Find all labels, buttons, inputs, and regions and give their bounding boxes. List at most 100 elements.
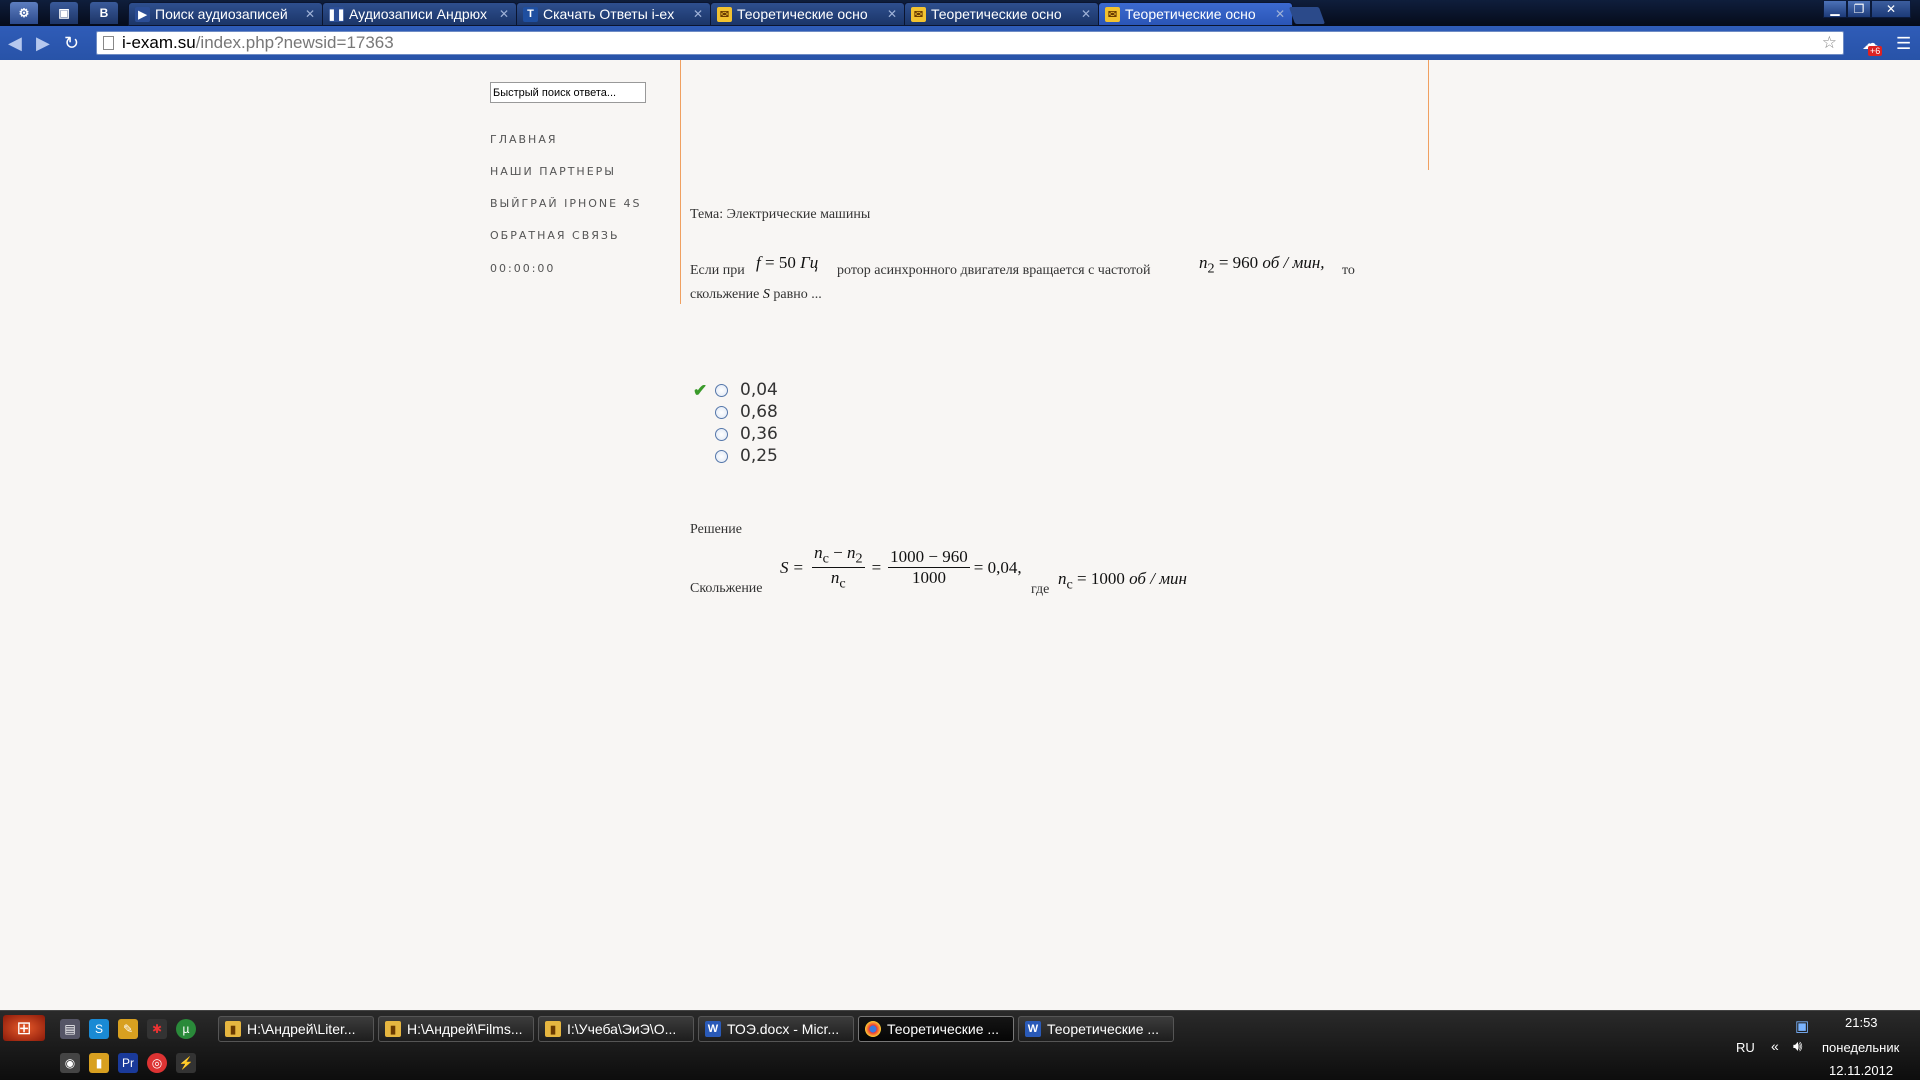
f-value: = 50 xyxy=(764,253,796,272)
page-icon xyxy=(103,36,114,50)
media-icon[interactable]: ◉ xyxy=(60,1053,80,1073)
clock-day[interactable]: понедельник xyxy=(1822,1040,1899,1055)
answer-option[interactable]: 0,36 xyxy=(715,424,778,444)
chrome-quick-icon[interactable]: ◎ xyxy=(147,1053,167,1073)
tab-label: Теоретические осно xyxy=(737,6,868,22)
answer-option[interactable]: 0,25 xyxy=(715,446,778,466)
num-n: n xyxy=(814,543,823,562)
tab-close-icon[interactable]: ✕ xyxy=(1078,7,1094,21)
pinned-tab-save-icon[interactable]: ▣ xyxy=(50,2,78,24)
app-menu-icon[interactable]: ⚙ xyxy=(10,2,38,24)
question-line-2: скольжение S равно ... xyxy=(690,287,822,303)
taskbar-item-folder-films[interactable]: ▮ H:\Андрей\Films... xyxy=(378,1016,534,1042)
forward-arrow-icon[interactable]: ▶ xyxy=(36,34,50,52)
taskbar-item-folder-study[interactable]: ▮ I:\Учеба\ЭиЭ\О... xyxy=(538,1016,694,1042)
radio-button[interactable] xyxy=(715,449,728,463)
pause-icon: ❚❚ xyxy=(327,6,346,22)
sidebar-divider xyxy=(680,60,681,304)
new-tab-button[interactable] xyxy=(1288,7,1326,24)
n2-unit: об / мин, xyxy=(1262,253,1325,272)
frac-numerator: 1000 − 960 xyxy=(888,547,970,569)
frac-denominator: 1000 xyxy=(911,568,946,588)
tab-close-icon[interactable]: ✕ xyxy=(690,7,706,21)
nav-win-iphone[interactable]: ВЫЙГРАЙ IPHONE 4S xyxy=(490,197,642,210)
answer-option[interactable]: 0,04 xyxy=(715,380,778,400)
acrobat-icon[interactable]: ✱ xyxy=(147,1019,167,1039)
tab-close-icon[interactable]: ✕ xyxy=(1272,7,1288,21)
windows-taskbar: ⊞ ▤ S ✎ ✱ µ ◉ ▮ Pr ◎ ⚡ ▮ H:\Андрей\Liter… xyxy=(0,1010,1920,1080)
nc-value: = 1000 xyxy=(1077,569,1125,588)
answer-label: 0,25 xyxy=(740,446,778,466)
content-divider xyxy=(1428,60,1429,170)
where-label: где xyxy=(1031,582,1050,597)
minimize-icon[interactable]: ▁ xyxy=(1823,0,1847,18)
network-icon[interactable]: ▣ xyxy=(1795,1017,1809,1035)
num2-sub: 2 xyxy=(855,550,863,567)
tab-label: Поиск аудиозаписей xyxy=(155,6,288,22)
tab-theory-2[interactable]: ✉ Теоретические осно ✕ xyxy=(904,2,1099,26)
tab-audio-search[interactable]: ▶ Поиск аудиозаписей ✕ xyxy=(128,2,323,26)
desktop-icon[interactable]: ▤ xyxy=(60,1019,80,1039)
slip-formula: S = nc − n2 nc = 1000 − 960 1000 = 0,04, xyxy=(780,543,1022,593)
browser-toolbar: ◀ ▶ ↻ i-exam.su/index.php?newsid=17363 ☆… xyxy=(0,26,1920,60)
skype-icon[interactable]: S xyxy=(89,1019,109,1039)
taskbar-item-folder-liter[interactable]: ▮ H:\Андрей\Liter... xyxy=(218,1016,374,1042)
answer-label: 0,36 xyxy=(740,424,778,444)
tab-close-icon[interactable]: ✕ xyxy=(496,7,512,21)
close-window-icon[interactable]: ✕ xyxy=(1871,0,1911,18)
clock-date[interactable]: 12.11.2012 xyxy=(1829,1063,1893,1078)
back-arrow-icon[interactable]: ◀ xyxy=(8,34,22,52)
taskbar-item-word-theory[interactable]: W Теоретические ... xyxy=(1018,1016,1174,1042)
task-label: H:\Андрей\Liter... xyxy=(247,1021,356,1037)
menu-icon[interactable]: ☰ xyxy=(1896,34,1911,54)
folder-quick-icon[interactable]: ▮ xyxy=(89,1053,109,1073)
taskbar-item-chrome[interactable]: Теоретические ... xyxy=(858,1016,1014,1042)
clock-time[interactable]: 21:53 xyxy=(1845,1015,1878,1030)
restore-icon[interactable]: ❐ xyxy=(1847,0,1871,18)
formula-s: S xyxy=(780,557,789,577)
fraction-numeric: 1000 − 960 1000 xyxy=(888,547,970,588)
nav-feedback[interactable]: ОБРАТНАЯ СВЯЗЬ xyxy=(490,229,620,242)
tab-theory-1[interactable]: ✉ Теоретические осно ✕ xyxy=(710,2,905,26)
solution-label: Решение xyxy=(690,522,743,537)
address-bar[interactable]: i-exam.su/index.php?newsid=17363 ☆ xyxy=(96,31,1844,55)
slip-label: Скольжение xyxy=(690,581,763,596)
tab-download-answers[interactable]: T Скачать Ответы i-ex ✕ xyxy=(516,2,711,26)
answer-label: 0,04 xyxy=(740,380,778,400)
task-label: H:\Андрей\Films... xyxy=(407,1021,523,1037)
correct-checkmark-icon: ✔ xyxy=(693,381,708,400)
tab-audio-records[interactable]: ❚❚ Аудиозаписи Андрюх ✕ xyxy=(322,2,517,26)
notes-icon[interactable]: ✎ xyxy=(118,1019,138,1039)
reload-icon[interactable]: ↻ xyxy=(64,34,79,52)
tab-close-icon[interactable]: ✕ xyxy=(884,7,900,21)
question-topic: Тема: Электрические машины xyxy=(690,207,871,222)
nav-partners[interactable]: НАШИ ПАРТНЕРЫ xyxy=(490,165,616,178)
bookmark-star-icon[interactable]: ☆ xyxy=(1822,33,1837,53)
s-variable: S xyxy=(762,287,770,302)
utorrent-icon[interactable]: µ xyxy=(176,1019,196,1039)
start-button[interactable]: ⊞ xyxy=(3,1015,45,1041)
question-text-end: то xyxy=(1342,263,1355,278)
answer-option[interactable]: 0,68 xyxy=(715,402,778,422)
pinned-tab-vk[interactable]: B xyxy=(90,2,118,24)
tab-close-icon[interactable]: ✕ xyxy=(302,7,318,21)
radio-button[interactable] xyxy=(715,427,728,441)
tray-expand-icon[interactable]: « xyxy=(1771,1038,1779,1054)
taskbar-item-word-toe[interactable]: W ТОЭ.docx - Micr... xyxy=(698,1016,854,1042)
tab-label: Теоретические осно xyxy=(931,6,1062,22)
browser-tab-strip: ⚙ ▣ B ▶ Поиск аудиозаписей ✕ ❚❚ Аудиозап… xyxy=(0,0,1920,26)
radio-button[interactable] xyxy=(715,405,728,419)
lightning-icon[interactable]: ⚡ xyxy=(176,1053,196,1073)
volume-icon[interactable]: 🔊︎ xyxy=(1793,1038,1802,1055)
sync-speed-formula: nc = 1000 об / мин xyxy=(1058,569,1187,593)
question-text-start: Если при xyxy=(690,263,745,278)
quick-search-input[interactable] xyxy=(490,82,646,103)
premiere-icon[interactable]: Pr xyxy=(118,1053,138,1073)
language-indicator[interactable]: RU xyxy=(1736,1040,1755,1055)
folder-icon: ▮ xyxy=(225,1021,241,1037)
chrome-icon xyxy=(865,1021,881,1037)
nav-home[interactable]: ГЛАВНАЯ xyxy=(490,133,558,146)
answer-label: 0,68 xyxy=(740,402,778,422)
tab-theory-active[interactable]: ✉ Теоретические осно ✕ xyxy=(1098,2,1293,26)
radio-button[interactable] xyxy=(715,383,728,397)
